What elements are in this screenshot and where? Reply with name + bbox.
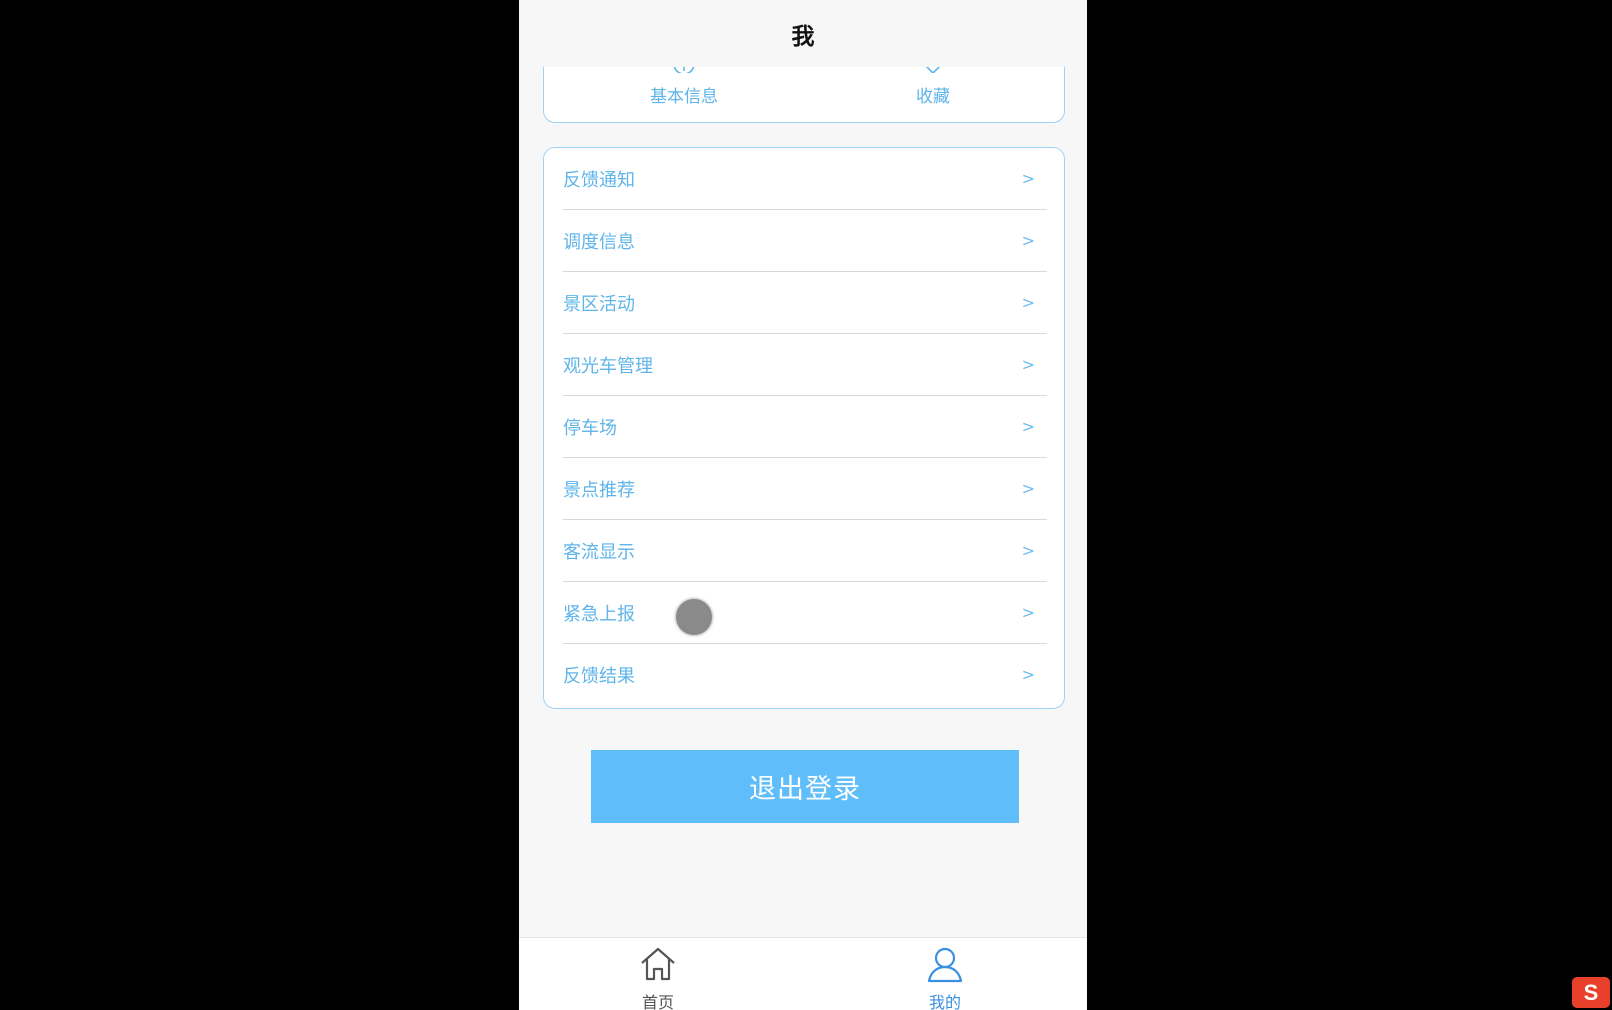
menu-item-attraction-recommend[interactable]: 景点推荐 >	[563, 458, 1047, 520]
menu-item-visitor-flow[interactable]: 客流显示 >	[563, 520, 1047, 582]
menu-item-label: 景点推荐	[563, 479, 635, 501]
menu-item-label: 停车场	[563, 417, 617, 439]
chevron-right-icon: >	[1021, 416, 1035, 436]
menu-item-parking[interactable]: 停车场 >	[563, 396, 1047, 458]
user-icon	[927, 947, 963, 983]
menu-item-label: 紧急上报	[563, 603, 635, 625]
chevron-right-icon: >	[1021, 168, 1035, 188]
menu-item-scenic-activities[interactable]: 景区活动 >	[563, 272, 1047, 334]
menu-item-feedback-notice[interactable]: 反馈通知 >	[563, 148, 1047, 210]
menu-item-label: 客流显示	[563, 541, 635, 563]
tab-home[interactable]: 首页	[618, 938, 698, 1010]
page-title: 我	[791, 23, 815, 50]
quick-link-label: 基本信息	[650, 87, 718, 107]
menu-item-label: 反馈通知	[563, 169, 635, 191]
home-icon	[641, 947, 675, 981]
chevron-right-icon: >	[1021, 478, 1035, 498]
phone-screen: 我 基本信息 收藏 反馈通知 > 调度信息 > 景区活动 > 观光车管理 > 停…	[519, 0, 1087, 1010]
quick-link-label: 收藏	[916, 87, 950, 107]
tab-label: 我的	[928, 993, 961, 1010]
touch-indicator	[676, 599, 712, 635]
chevron-right-icon: >	[1021, 540, 1035, 560]
tab-mine[interactable]: 我的	[905, 938, 985, 1010]
chevron-right-icon: >	[1021, 230, 1035, 250]
page-header: 我	[519, 0, 1087, 67]
menu-list: 反馈通知 > 调度信息 > 景区活动 > 观光车管理 > 停车场 > 景点推荐 …	[543, 147, 1065, 709]
chevron-right-icon: >	[1021, 292, 1035, 312]
logout-button[interactable]: 退出登录	[591, 750, 1019, 823]
menu-item-label: 观光车管理	[563, 355, 653, 377]
tab-label: 首页	[641, 993, 674, 1010]
menu-item-dispatch-info[interactable]: 调度信息 >	[563, 210, 1047, 272]
bottom-tab-bar: 首页 我的	[519, 937, 1087, 1010]
chevron-right-icon: >	[1021, 354, 1035, 374]
chevron-right-icon: >	[1021, 602, 1035, 622]
menu-item-emergency-report[interactable]: 紧急上报 >	[563, 582, 1047, 644]
menu-item-label: 景区活动	[563, 293, 635, 315]
menu-item-feedback-result[interactable]: 反馈结果 >	[563, 644, 1047, 706]
menu-item-label: 调度信息	[563, 231, 635, 253]
menu-item-sightseeing-car[interactable]: 观光车管理 >	[563, 334, 1047, 396]
chevron-right-icon: >	[1021, 665, 1035, 685]
ime-indicator-icon: S	[1572, 977, 1610, 1008]
menu-item-label: 反馈结果	[563, 666, 635, 687]
